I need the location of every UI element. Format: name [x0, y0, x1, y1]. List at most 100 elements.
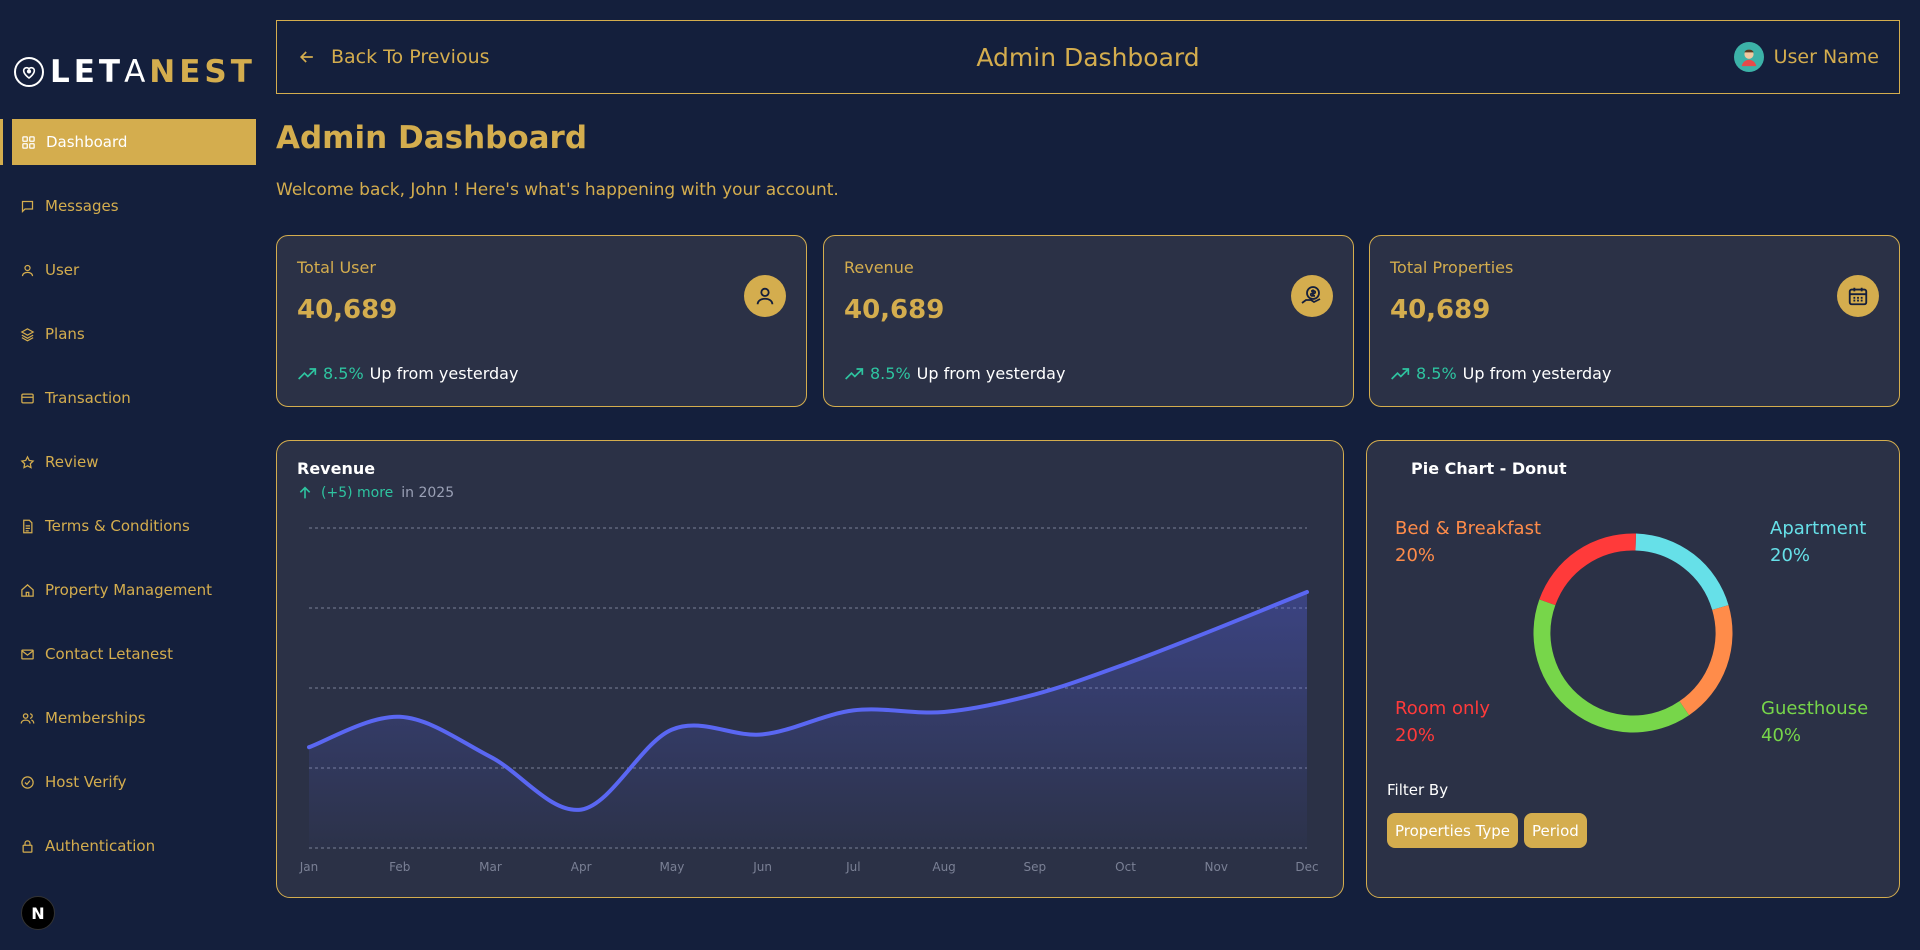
x-tick-label: May: [660, 860, 685, 874]
stat-card-total-user: Total User 40,689 8.5% Up from yesterday: [276, 235, 807, 407]
back-label: Back To Previous: [331, 46, 490, 68]
legend-percent: 20%: [1395, 545, 1436, 566]
x-tick-label: Jul: [845, 860, 860, 874]
grid-icon: [22, 135, 35, 149]
stat-label: Total User: [297, 258, 376, 277]
sidebar-item-user[interactable]: User: [0, 247, 256, 293]
legend-name: Guesthouse: [1761, 698, 1869, 719]
stat-value: 40,689: [844, 295, 945, 325]
donut-slice-bed-breakfast: [1679, 605, 1733, 716]
legend-apartment: Apartment 20%: [1770, 515, 1866, 569]
legend-name: Bed & Breakfast: [1395, 518, 1542, 539]
stat-change: 8.5% Up from yesterday: [297, 364, 518, 383]
donut-slice-guesthouse: [1533, 599, 1690, 733]
sidebar-item-label: User: [45, 261, 80, 279]
arrow-left-icon: [299, 51, 313, 63]
filter-label: Filter By: [1387, 781, 1449, 799]
legend-percent: 40%: [1761, 725, 1802, 746]
x-tick-label: Jan: [299, 860, 319, 874]
sidebar-item-label: Host Verify: [45, 773, 127, 791]
sidebar-item-label: Property Management: [45, 581, 213, 599]
x-tick-label: Dec: [1295, 860, 1318, 874]
sidebar-item-transaction[interactable]: Transaction: [0, 375, 256, 421]
sidebar: LETANEST Dashboard Messages User Plans T…: [0, 0, 256, 950]
sidebar-item-label: Review: [45, 453, 99, 471]
revenue-area-fill: [309, 592, 1307, 848]
layers-icon: [20, 327, 35, 341]
x-tick-label: Jun: [752, 860, 772, 874]
sidebar-item-label: Memberships: [45, 709, 146, 727]
document-icon: [23, 519, 33, 533]
legend-name: Apartment: [1770, 518, 1867, 539]
sidebar-item-property-management[interactable]: Property Management: [0, 567, 256, 613]
stat-change-pct: 8.5%: [1416, 364, 1457, 383]
sidebar-item-authentication[interactable]: Authentication: [0, 823, 256, 869]
stat-change: 8.5% Up from yesterday: [844, 364, 1065, 383]
user-name: User Name: [1773, 46, 1879, 68]
sidebar-item-label: Terms & Conditions: [45, 517, 190, 535]
filter-properties-type-button[interactable]: Properties Type: [1387, 813, 1519, 848]
stat-change: 8.5% Up from yesterday: [1390, 364, 1611, 383]
revenue-area-chart: Jan Feb Mar Apr May Jun Jul Aug Sep Oct Nov Dec: [299, 527, 1319, 874]
x-tick-label: Sep: [1024, 860, 1047, 874]
user-icon: [21, 264, 34, 276]
stat-label: Revenue: [844, 258, 914, 277]
brand-name: LETANEST: [50, 54, 256, 90]
sidebar-item-memberships[interactable]: Memberships: [0, 695, 256, 741]
mail-icon: [21, 649, 34, 659]
sidebar-item-label: Messages: [45, 197, 119, 215]
home-icon: [21, 583, 34, 597]
donut-slice-room-only: [1539, 533, 1636, 606]
next-badge[interactable]: N: [21, 896, 55, 930]
trend-up-icon: [1391, 367, 1410, 380]
sidebar-item-messages[interactable]: Messages: [0, 183, 256, 229]
top-bar: Back To Previous Admin Dashboard User Na…: [276, 20, 1900, 94]
trend-up-icon: [845, 367, 864, 380]
stat-change-text: Up from yesterday: [369, 364, 519, 383]
legend-percent: 20%: [1395, 725, 1436, 746]
x-tick-label: Oct: [1115, 860, 1136, 874]
legend-bed-breakfast: Bed & Breakfast 20%: [1395, 515, 1541, 569]
stat-card-revenue: Revenue 40,689 8.5% Up from yesterday: [823, 235, 1354, 407]
topbar-title: Admin Dashboard: [976, 42, 1200, 72]
donut-slice-apartment: [1635, 533, 1729, 611]
message-icon: [21, 200, 34, 213]
check-circle-icon: [21, 775, 34, 789]
card-icon: [21, 393, 34, 403]
stat-change-pct: 8.5%: [870, 364, 911, 383]
legend-room-only: Room only 20%: [1395, 695, 1490, 749]
page-title: Admin Dashboard: [276, 120, 588, 156]
filter-period-button[interactable]: Period: [1524, 813, 1587, 848]
donut-chart-title: Pie Chart - Donut: [1411, 459, 1567, 478]
sidebar-item-dashboard[interactable]: Dashboard: [0, 119, 256, 165]
stat-card-total-properties: Total Properties 40,689 8.5% Up from yes…: [1369, 235, 1900, 407]
sidebar-item-contact[interactable]: Contact Letanest: [0, 631, 256, 677]
back-button[interactable]: Back To Previous: [297, 46, 490, 68]
x-tick-label: Apr: [571, 860, 592, 874]
money-hand-icon: [1291, 275, 1333, 317]
stat-change-text: Up from yesterday: [1462, 364, 1612, 383]
x-tick-label: Aug: [932, 860, 955, 874]
legend-guesthouse: Guesthouse 40%: [1761, 695, 1868, 749]
user-icon: [744, 275, 786, 317]
legend-name: Room only: [1395, 698, 1491, 719]
sidebar-item-review[interactable]: Review: [0, 439, 256, 485]
sidebar-item-label: Transaction: [45, 389, 131, 407]
stat-change-text: Up from yesterday: [916, 364, 1066, 383]
x-tick-label: Feb: [389, 860, 410, 874]
logo-heart-icon: [14, 57, 44, 87]
sidebar-item-terms[interactable]: Terms & Conditions: [0, 503, 256, 549]
avatar: [1733, 42, 1764, 72]
welcome-text: Welcome back, John ! Here's what's happe…: [276, 180, 839, 200]
sidebar-item-label: Contact Letanest: [45, 645, 173, 663]
users-icon: [20, 712, 35, 724]
stat-change-pct: 8.5%: [323, 364, 364, 383]
calendar-icon: [1837, 275, 1879, 317]
x-tick-label: Mar: [479, 860, 502, 874]
donut-chart-panel: Pie Chart - Donut Bed & Breakfast 20% Ap…: [1366, 440, 1900, 898]
user-menu[interactable]: User Name: [1733, 42, 1879, 72]
sidebar-item-plans[interactable]: Plans: [0, 311, 256, 357]
sidebar-item-host-verify[interactable]: Host Verify: [0, 759, 256, 805]
brand-logo[interactable]: LETANEST: [14, 54, 256, 90]
sidebar-item-label: Plans: [45, 325, 85, 343]
